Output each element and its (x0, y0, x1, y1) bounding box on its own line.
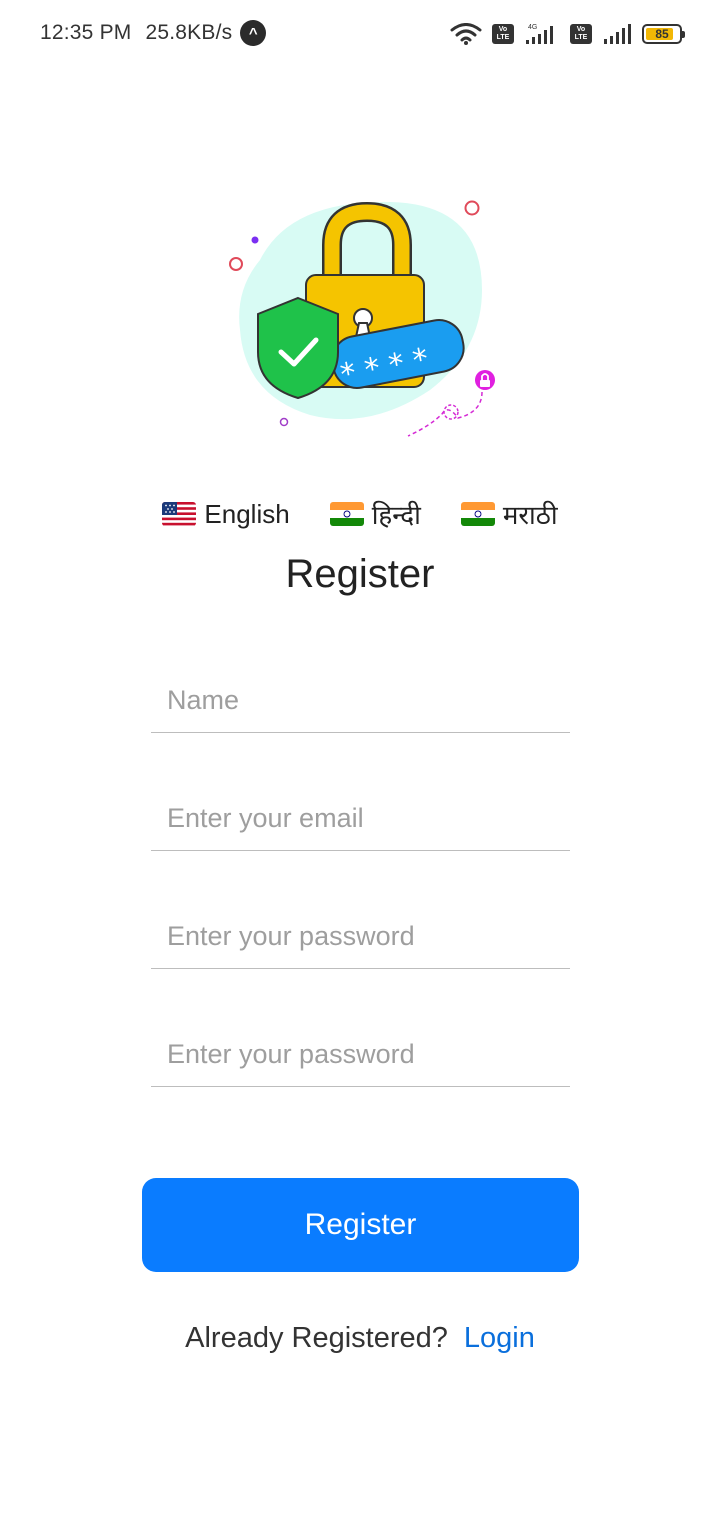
language-option-marathi[interactable]: मराठी (460, 496, 558, 532)
login-link[interactable]: Login (464, 1322, 535, 1355)
app-notification-icon: ^ (240, 20, 267, 46)
status-left: 12:35 PM 25.8KB/s ^ (40, 20, 267, 46)
status-right: Vo LTE 4G Vo LTE 85 (450, 22, 685, 46)
confirm-password-input[interactable] (167, 1032, 557, 1076)
battery-level: 85 (655, 27, 669, 41)
page-title: Register (285, 552, 435, 596)
wifi-icon (450, 23, 482, 45)
india-flag-icon (460, 502, 495, 526)
language-selector: English हिन्दी मराठी (0, 496, 720, 532)
status-bar: 12:35 PM 25.8KB/s ^ Vo LTE 4G Vo LTE 85 (0, 0, 720, 70)
name-input[interactable] (167, 678, 557, 722)
language-option-english[interactable]: English (162, 496, 290, 532)
language-label-english: English (204, 498, 290, 529)
india-flag-icon (329, 502, 364, 526)
register-button[interactable]: Register (142, 1178, 579, 1272)
language-option-hindi[interactable]: हिन्दी (329, 496, 421, 532)
us-flag-icon (162, 502, 197, 526)
status-speed: 25.8KB/s (145, 21, 233, 44)
volte-icon-2: Vo LTE (570, 24, 592, 44)
confirm-password-field (151, 1022, 570, 1087)
email-input[interactable] (167, 796, 557, 840)
security-lock-illustration: * * * * (229, 200, 495, 437)
signal-icon: 4G (526, 24, 553, 44)
volte-icon: Vo LTE (492, 24, 514, 44)
password-input[interactable] (167, 914, 557, 958)
status-time: 12:35 PM (40, 21, 132, 44)
language-label-marathi: मराठी (502, 500, 558, 530)
language-label-hindi: हिन्दी (371, 500, 421, 530)
network-type-label: 4G (528, 24, 537, 31)
register-screen: 12:35 PM 25.8KB/s ^ Vo LTE 4G Vo LTE 85 … (0, 0, 720, 1520)
login-prompt: Already Registered? Login (0, 1322, 720, 1355)
name-field (151, 668, 570, 733)
email-field (151, 786, 570, 851)
signal-icon-2 (604, 24, 631, 44)
battery-icon: 85 (642, 24, 685, 44)
already-registered-text: Already Registered? (185, 1322, 448, 1354)
password-field (151, 904, 570, 969)
